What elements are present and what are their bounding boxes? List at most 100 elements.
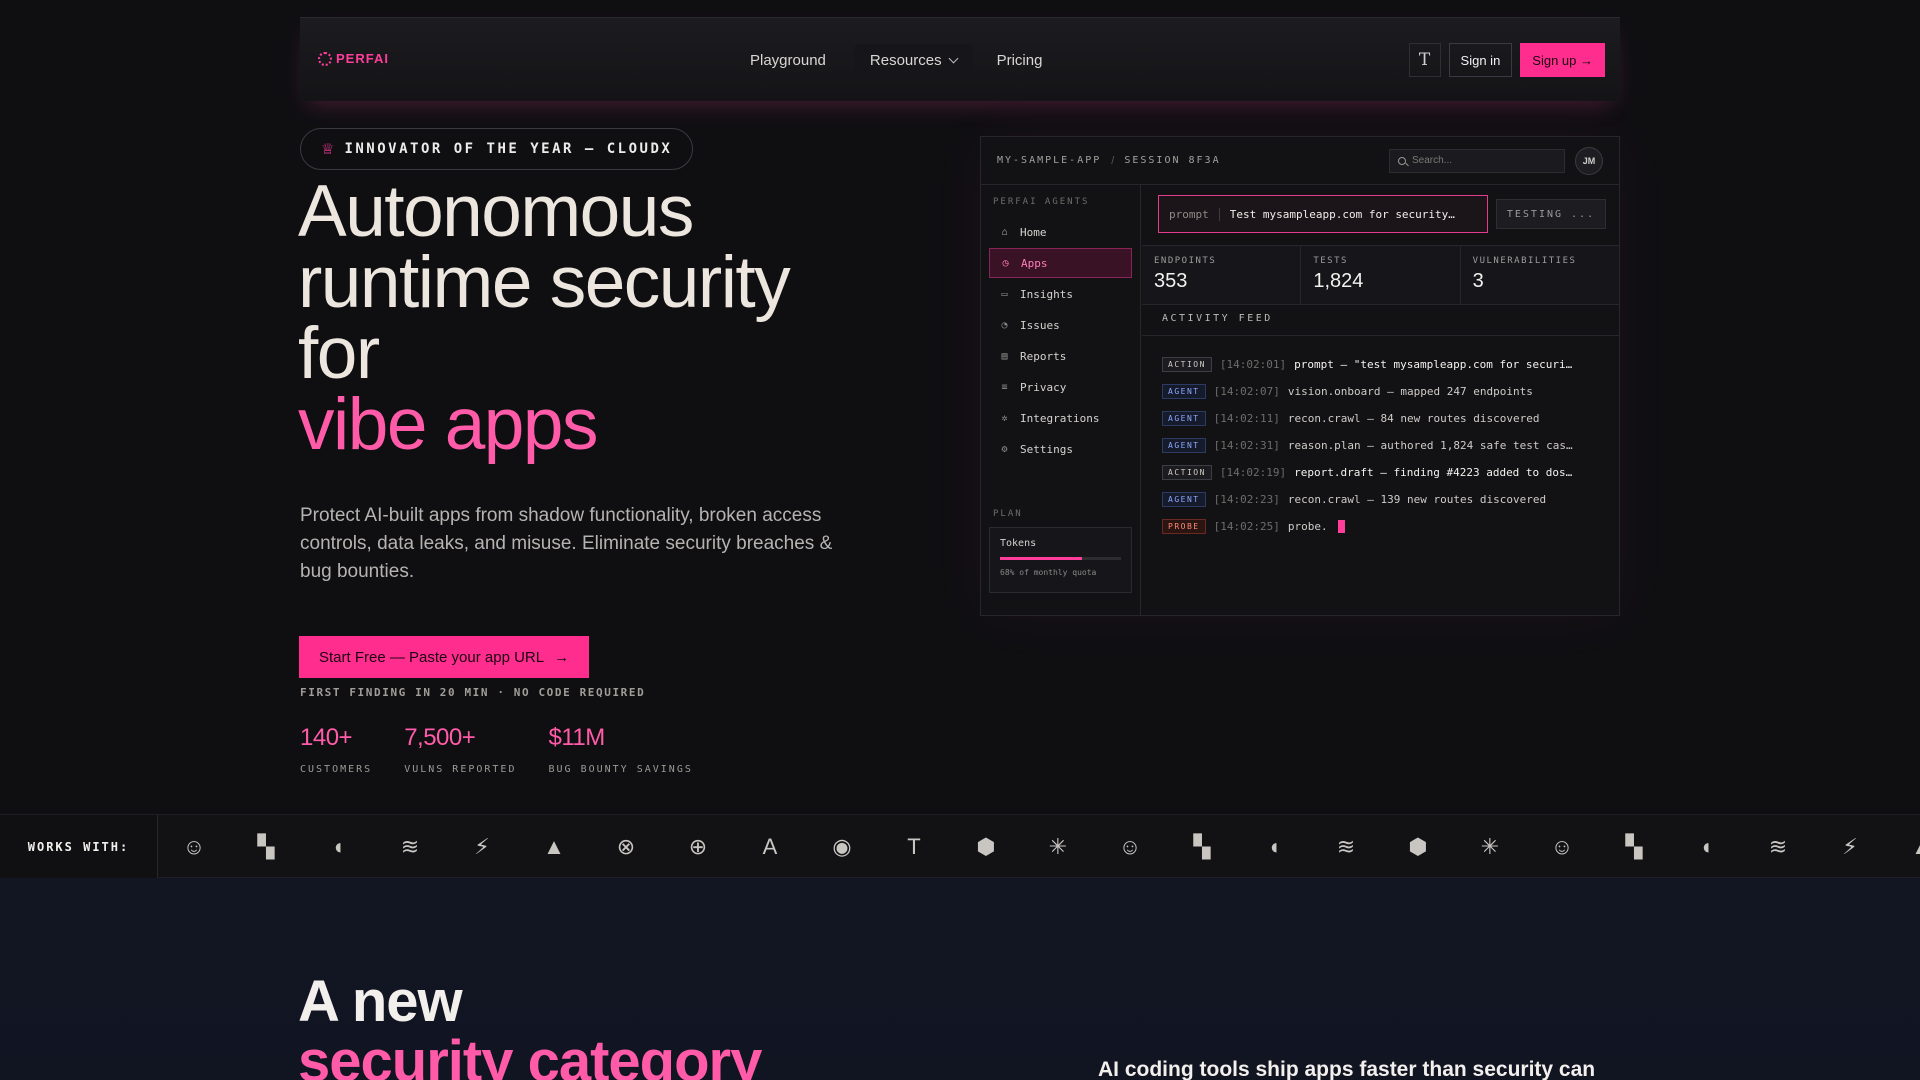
sidebar-item-issues[interactable]: ◔ Issues [989, 310, 1132, 340]
feed-message: vision.onboard — mapped 247 endpoints [1287, 385, 1533, 398]
integration-logo-icon: ⊕ [688, 834, 708, 859]
feed-row: AGENT [14:02:11] recon.crawl — 84 new rout… [1162, 405, 1602, 432]
integration-logo-icon: ≋ [1768, 834, 1788, 859]
feed-message: report.draft — finding #4223 added to do… [1294, 466, 1573, 479]
integration-logos: ☺ ▚ ◖ ≋ ⚡ ▲ ⊗ ⊕ A ◉ T ⬢ ✳ ☺ ▚ ◖ ≋ ⬢ ✳ ☺ ▚ ◖ ≋ ⚡ ▲ [158, 815, 1920, 879]
activity-feed-title: ACTIVITY FEED [1162, 313, 1273, 324]
metrics-row: ENDPOINTS 353 TESTS 1,824 VULNERABILITIE… [1142, 245, 1619, 305]
metric-endpoints: ENDPOINTS 353 [1142, 246, 1302, 304]
nav-resources-label: Resources [869, 51, 942, 69]
start-free-button[interactable]: Start Free — Paste your app URL → [299, 636, 590, 678]
nav-link-pricing[interactable]: Pricing [997, 52, 1043, 69]
brand-logo[interactable]: PERFAI [318, 51, 389, 66]
sign-up-button[interactable]: Sign up → [1520, 43, 1605, 77]
breadcrumb-app[interactable]: MY-SAMPLE-APP [997, 155, 1101, 166]
integration-logo-icon: ⊗ [616, 834, 636, 859]
prompt-text: Test mysampleapp.com for security… [1229, 207, 1455, 221]
sidebar-item-home[interactable]: ⌂ Home [989, 217, 1132, 247]
stat-value: 140+ [300, 724, 353, 751]
sidebar-item-label: Apps [1021, 256, 1048, 270]
plan-quota-text: 68% of monthly quota [1000, 568, 1097, 577]
metric-label: ENDPOINTS [1154, 256, 1217, 266]
feed-row: AGENT [14:02:07] vision.onboard — mapped 2… [1162, 378, 1602, 405]
feed-timestamp: [14:02:25] [1213, 520, 1280, 533]
trophy-icon: ♕ [321, 141, 335, 158]
panel-main: prompt Test mysampleapp.com for security… [1142, 185, 1619, 615]
integration-logo-icon: ✳ [1480, 834, 1500, 859]
integration-logo-icon: ▚ [1193, 834, 1211, 859]
integrations-icon: ✲ [1001, 412, 1008, 424]
cta-subtext: FIRST FINDING IN 20 MIN · NO CODE REQUIR… [300, 686, 646, 699]
feed-tag: AGENT [1162, 492, 1206, 507]
feed-timestamp: [14:02:23] [1213, 493, 1280, 506]
nav-resources-dropdown[interactable]: Resources [853, 43, 973, 77]
headline-accent: vibe apps [298, 384, 599, 465]
insights-icon: ▭ [1001, 288, 1008, 300]
headline-line-2: runtime security [298, 242, 791, 323]
integration-logo-icon: ☺ [182, 834, 206, 859]
testing-status-button[interactable]: TESTING ... [1496, 199, 1606, 229]
nav-links: Playground Resources Pricing [750, 18, 1042, 102]
settings-icon: ⚙ [1001, 443, 1008, 455]
integration-logo-icon: ☺ [1550, 834, 1574, 859]
sidebar-item-settings[interactable]: ⚙ Settings [989, 434, 1132, 464]
search-icon [1398, 156, 1406, 165]
plan-card: Tokens 68% of monthly quota [989, 527, 1132, 593]
feed-timestamp: [14:02:19] [1219, 466, 1287, 479]
feed-timestamp: [14:02:31] [1213, 439, 1280, 452]
arrow-right-icon: → [554, 648, 570, 666]
sidebar-item-apps[interactable]: ◷ Apps [989, 248, 1132, 278]
sidebar-item-privacy[interactable]: ≡ Privacy [989, 372, 1132, 402]
stat-value: $11M [548, 724, 605, 751]
integration-logo-icon: ⚡ [1842, 834, 1858, 859]
panel-header: MY-SAMPLE-APP / SESSION 8F3A Search... J… [981, 137, 1619, 185]
feed-tag: PROBE [1162, 519, 1206, 534]
reports-icon: ▤ [1001, 350, 1008, 362]
metric-value: 353 [1154, 270, 1188, 292]
headline-line-1: Autonomous [298, 171, 694, 252]
sidebar-item-insights[interactable]: ▭ Insights [989, 279, 1132, 309]
issues-icon: ◔ [1001, 319, 1008, 331]
prompt-label: prompt [1169, 207, 1220, 221]
sidebar-item-reports[interactable]: ▤ Reports [989, 341, 1132, 371]
integration-logo-icon: ▲ [543, 834, 565, 859]
feed-tag: ACTION [1162, 357, 1212, 372]
activity-feed: ACTION [14:02:01] prompt — "test mysamplea… [1162, 351, 1602, 540]
sidebar-item-label: Integrations [1020, 411, 1100, 425]
privacy-icon: ≡ [1001, 381, 1008, 393]
sidebar-item-label: Settings [1020, 442, 1073, 456]
integration-logo-icon: ⬢ [976, 834, 996, 859]
search-input[interactable]: Search... [1389, 148, 1565, 173]
breadcrumb-session[interactable]: SESSION 8F3A [1124, 155, 1220, 166]
nav-link-playground[interactable]: Playground [750, 52, 826, 69]
stat-vulns: 7,500+ VULNS REPORTED [404, 724, 516, 775]
feed-tag: AGENT [1162, 411, 1206, 426]
sign-in-button[interactable]: Sign in [1448, 43, 1513, 77]
integration-logo-icon: A [762, 834, 778, 859]
hero-headline: Autonomous runtime security for vibe app… [298, 171, 791, 465]
plan-label: Tokens [1000, 538, 1037, 549]
nav-actions: T Sign in Sign up → [1408, 43, 1605, 77]
stat-customers: 140+ CUSTOMERS [300, 724, 372, 775]
top-nav: PERFAI Playground Resources Pricing T Si… [300, 17, 1620, 101]
avatar[interactable]: JM [1575, 146, 1603, 175]
prompt-input[interactable]: prompt Test mysampleapp.com for security… [1158, 195, 1488, 233]
feed-message: probe. [1287, 520, 1328, 533]
metric-value: 3 [1472, 270, 1484, 292]
hero-subtext: Protect AI-built apps from shadow functi… [300, 505, 833, 582]
feed-message: prompt — "test mysampleapp.com for secur… [1294, 358, 1573, 371]
home-icon: ⌂ [1001, 226, 1008, 238]
metric-tests: TESTS 1,824 [1301, 246, 1461, 304]
metric-label: VULNERABILITIES [1472, 256, 1577, 266]
stat-value: 7,500+ [404, 724, 476, 751]
feed-message: recon.crawl — 139 new routes discovered [1287, 493, 1547, 506]
feed-tag: AGENT [1162, 384, 1206, 399]
works-with-label: WORKS WITH: [0, 815, 158, 879]
sidebar-item-integrations[interactable]: ✲ Integrations [989, 403, 1132, 433]
feed-tag: AGENT [1162, 438, 1206, 453]
feed-row: ACTION [14:02:01] prompt — "test mysamplea… [1162, 351, 1602, 378]
theme-toggle-icon[interactable]: T [1408, 43, 1441, 77]
sidebar-item-label: Privacy [1020, 380, 1067, 394]
works-with-strip: WORKS WITH: ☺ ▚ ◖ ≋ ⚡ ▲ ⊗ ⊕ A ◉ T ⬢ ✳ ☺ ▚ ◖ ≋ ⬢ ✳ ☺ ▚ ◖ ≋ ⚡ ▲ [0, 814, 1920, 879]
metric-vulnerabilities: VULNERABILITIES 3 [1460, 246, 1619, 304]
